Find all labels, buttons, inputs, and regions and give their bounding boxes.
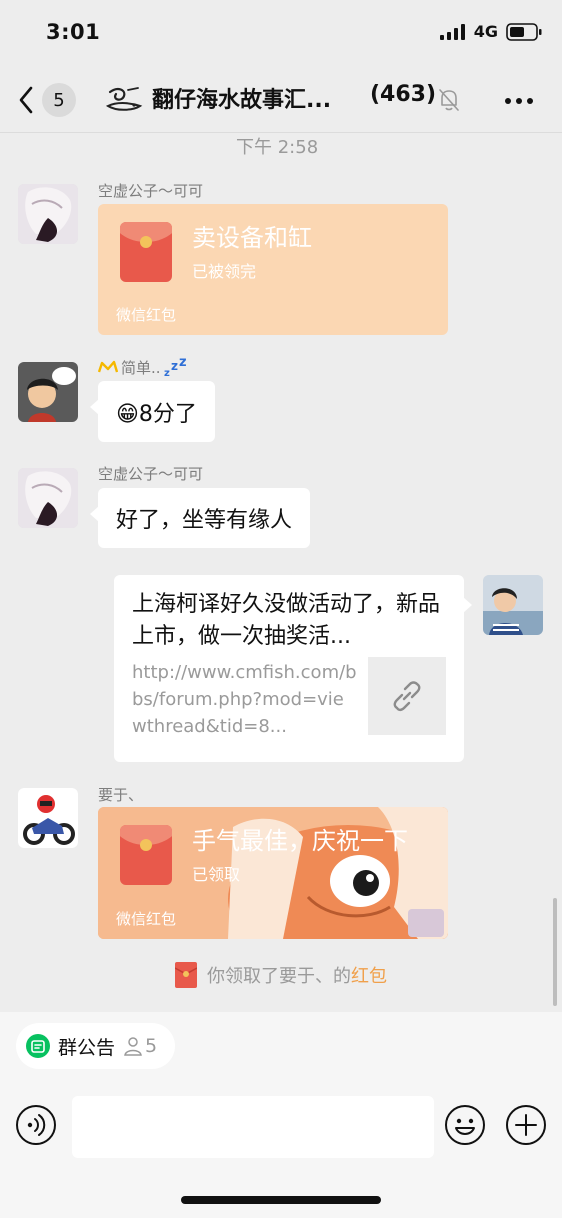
sender-name: 空虚公子～可可: [98, 182, 204, 200]
announcement-label: 群公告: [58, 1036, 116, 1059]
back-chevron-icon: [19, 86, 33, 114]
link-message-card[interactable]: 上海柯译好久没做活动了，新品上市，做一次抽奖活... http://www.cm…: [114, 575, 472, 762]
status-time: 3:01: [46, 20, 101, 44]
announcement-count-value: 5: [145, 1035, 158, 1057]
avatar-image: [18, 788, 78, 848]
avatar[interactable]: [18, 468, 78, 528]
mute-bell-icon: [439, 89, 459, 111]
avatar[interactable]: [18, 362, 78, 422]
avatar[interactable]: [18, 184, 78, 244]
sleep-zzz-icon: z z z: [164, 356, 187, 378]
voice-icon: [16, 1105, 56, 1145]
sender-name-row: 简单.. z z z: [98, 356, 188, 378]
avatar-image: [18, 362, 78, 422]
red-packet-status: 已被领完: [192, 262, 257, 281]
link-url: http://www.cmfish.com/bbs/forum.php?mod=…: [132, 662, 357, 737]
person-icon: [124, 1037, 142, 1056]
red-packet-small-icon: [175, 962, 197, 988]
red-envelope-icon: [120, 222, 172, 282]
system-notice-text: 你领取了要于、的: [207, 966, 351, 987]
emoji-icon: [445, 1105, 485, 1145]
red-packet-title: 手气最佳，庆祝一下: [192, 827, 408, 855]
group-fish-icon: [105, 87, 143, 111]
message-text: 😁8分了: [116, 401, 197, 427]
avatar[interactable]: [18, 788, 78, 848]
unread-badge: 5: [42, 83, 76, 117]
avatar-image: [483, 575, 543, 635]
more-functions-button[interactable]: [505, 1104, 547, 1150]
red-packet-footer: 微信红包: [116, 306, 177, 324]
svg-text:z: z: [171, 359, 178, 373]
svg-text:z: z: [164, 368, 170, 378]
link-icon: [393, 681, 421, 712]
svg-text:z: z: [179, 356, 187, 370]
network-type: 4G: [473, 22, 498, 41]
chat-header: 5 翻仔海水故事汇... (463): [0, 66, 562, 133]
more-options-button[interactable]: [504, 86, 534, 106]
announcement-icon: [26, 1034, 50, 1058]
more-dots-icon: [505, 98, 533, 104]
battery-icon: [506, 22, 542, 41]
link-title: 上海柯译好久没做活动了，新品上市，做一次抽奖活...: [132, 592, 441, 649]
chat-timestamp: 下午 2:58: [236, 137, 319, 158]
red-packet-footer: 微信红包: [116, 910, 177, 928]
red-envelope-icon: [120, 825, 172, 885]
status-indicators: 4G: [439, 22, 542, 41]
voice-button[interactable]: [15, 1104, 57, 1150]
red-packet-link[interactable]: 红包: [351, 966, 387, 987]
message-text: 好了，坐等有缘人: [116, 508, 293, 533]
crown-icon: [98, 360, 118, 373]
group-announcement-chip[interactable]: 群公告 5: [16, 1023, 176, 1069]
red-packet-title: 卖设备和缸: [192, 224, 312, 252]
member-count: (463): [370, 82, 437, 107]
scrollbar[interactable]: [553, 898, 557, 1006]
red-packet-message[interactable]: 手气最佳，庆祝一下 已领取 微信红包: [98, 807, 448, 939]
system-notice: 你领取了要于、的红包: [0, 962, 562, 988]
text-message-bubble[interactable]: 好了，坐等有缘人: [89, 488, 311, 548]
group-title[interactable]: 翻仔海水故事汇...: [152, 82, 331, 114]
my-avatar[interactable]: [483, 575, 543, 635]
signal-icon: [439, 23, 465, 40]
sender-name: 空虚公子～可可: [98, 465, 204, 483]
message-input[interactable]: [72, 1096, 434, 1158]
red-packet-status: 已领取: [192, 865, 241, 884]
emoji-button[interactable]: [444, 1104, 486, 1150]
avatar-image: [18, 184, 78, 244]
plus-icon: [506, 1105, 546, 1145]
announcement-count: 5: [123, 1035, 157, 1057]
home-indicator[interactable]: [181, 1196, 381, 1204]
link-thumbnail: [368, 657, 446, 735]
avatar-image: [18, 468, 78, 528]
sender-name: 要于、: [98, 786, 144, 804]
sender-name: 简单..: [121, 358, 161, 377]
red-packet-message[interactable]: 卖设备和缸 已被领完 微信红包: [98, 204, 448, 335]
text-message-bubble[interactable]: 😁8分了: [90, 381, 215, 442]
back-button[interactable]: 5: [18, 83, 76, 117]
